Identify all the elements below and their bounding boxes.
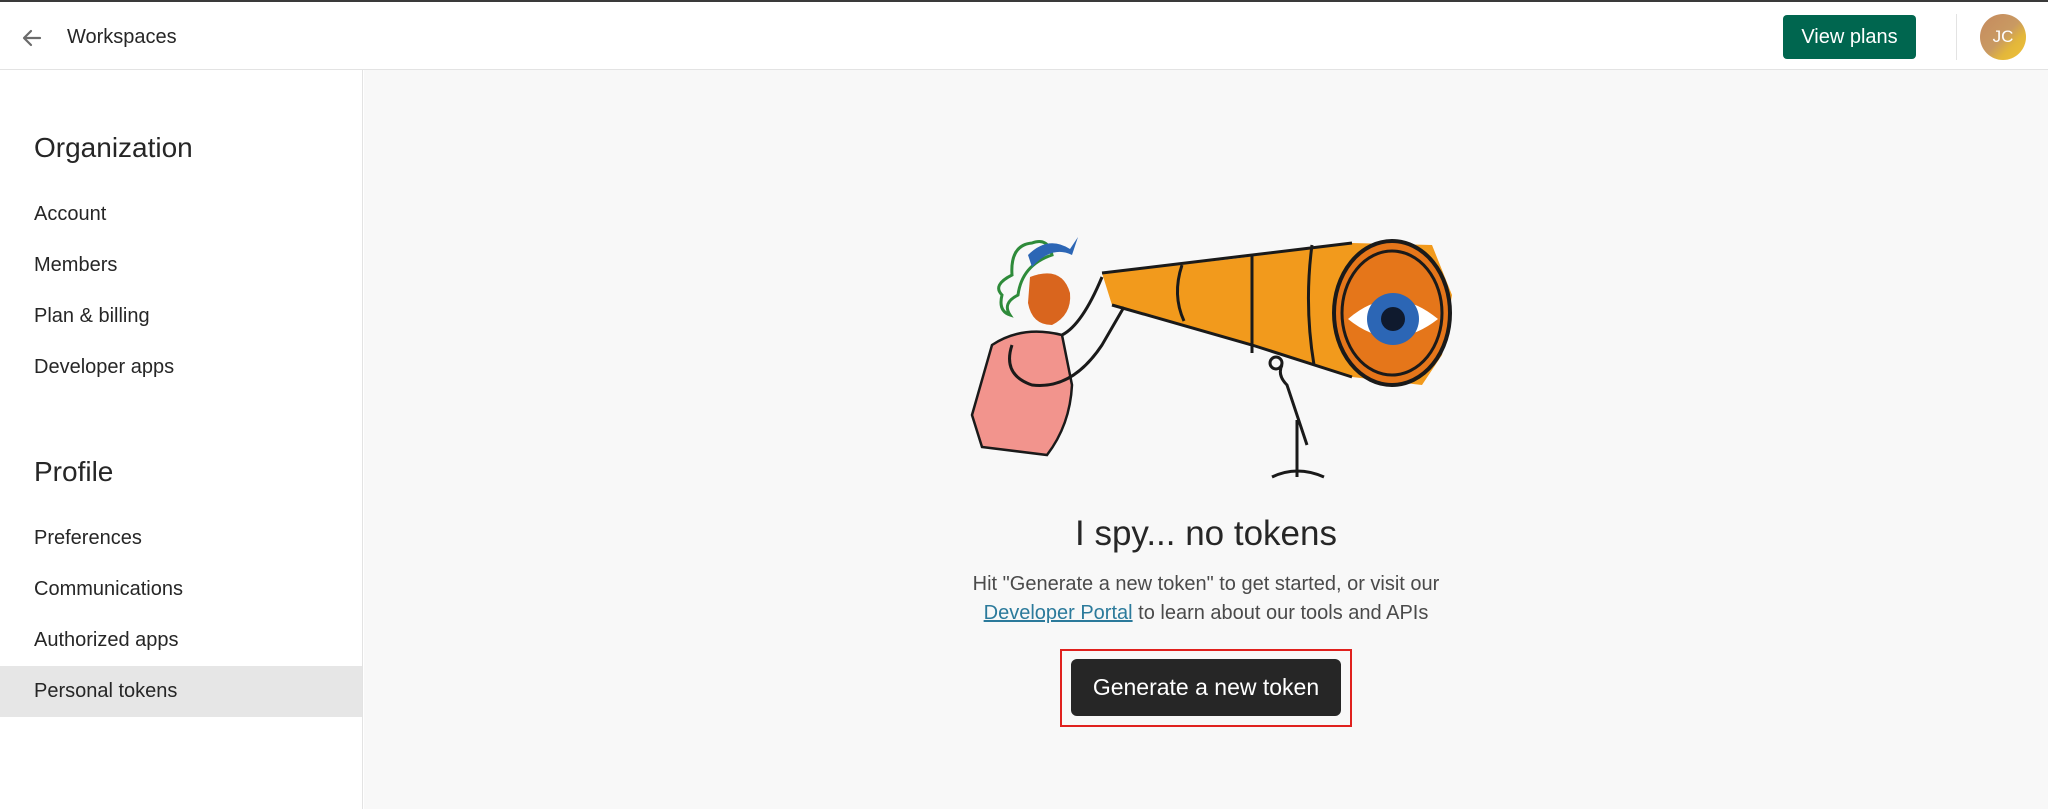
sidebar-item-label: Members	[34, 254, 118, 276]
sidebar-item-personal-tokens[interactable]: Personal tokens	[0, 666, 362, 717]
page-title: Workspaces	[67, 26, 177, 48]
woman-with-telescope-illustration	[970, 237, 1452, 479]
sidebar-item-label: Developer apps	[34, 356, 175, 378]
sidebar-item-label: Account	[34, 203, 107, 225]
sidebar-item-preferences[interactable]: Preferences	[0, 513, 362, 564]
avatar[interactable]: JC	[1980, 14, 2026, 60]
back-button[interactable]	[16, 22, 48, 54]
sidebar-item-developer-apps[interactable]: Developer apps	[0, 342, 362, 393]
sidebar-item-account[interactable]: Account	[0, 189, 362, 240]
sidebar-item-plan-billing[interactable]: Plan & billing	[0, 291, 362, 342]
empty-state-description-tail: to learn about our tools and APIs	[1132, 602, 1429, 624]
avatar-initials: JC	[1992, 27, 2014, 46]
section-heading-organization: Organization	[34, 132, 193, 163]
sidebar-item-members[interactable]: Members	[0, 240, 362, 291]
sidebar-item-label: Plan & billing	[34, 305, 150, 327]
arrow-left-icon	[22, 29, 42, 47]
topbar-divider	[1956, 14, 1957, 60]
page: Workspaces View plans JC Organization Ac…	[0, 0, 2048, 809]
empty-state-description-line2: Developer Portal to learn about our tool…	[364, 599, 2048, 628]
main-content: I spy... no tokens Hit "Generate a new t…	[364, 70, 2048, 809]
sidebar: Organization Account Members Plan & bill…	[0, 70, 363, 809]
sidebar-item-label: Communications	[34, 578, 183, 600]
view-plans-button[interactable]: View plans	[1783, 15, 1916, 59]
sidebar-item-label: Personal tokens	[34, 680, 178, 702]
sidebar-item-label: Preferences	[34, 527, 142, 549]
developer-portal-link[interactable]: Developer Portal	[984, 602, 1133, 624]
sidebar-item-authorized-apps[interactable]: Authorized apps	[0, 615, 362, 666]
sidebar-item-label: Authorized apps	[34, 629, 179, 651]
sidebar-item-communications[interactable]: Communications	[0, 564, 362, 615]
empty-state-description-line1: Hit "Generate a new token" to get starte…	[972, 573, 1440, 595]
generate-token-button[interactable]: Generate a new token	[1071, 659, 1341, 716]
top-bar: Workspaces View plans JC	[0, 0, 2048, 70]
empty-state-description: Hit "Generate a new token" to get starte…	[364, 570, 2048, 628]
empty-state-title: I spy... no tokens	[1075, 514, 1337, 553]
section-heading-profile: Profile	[34, 456, 114, 487]
